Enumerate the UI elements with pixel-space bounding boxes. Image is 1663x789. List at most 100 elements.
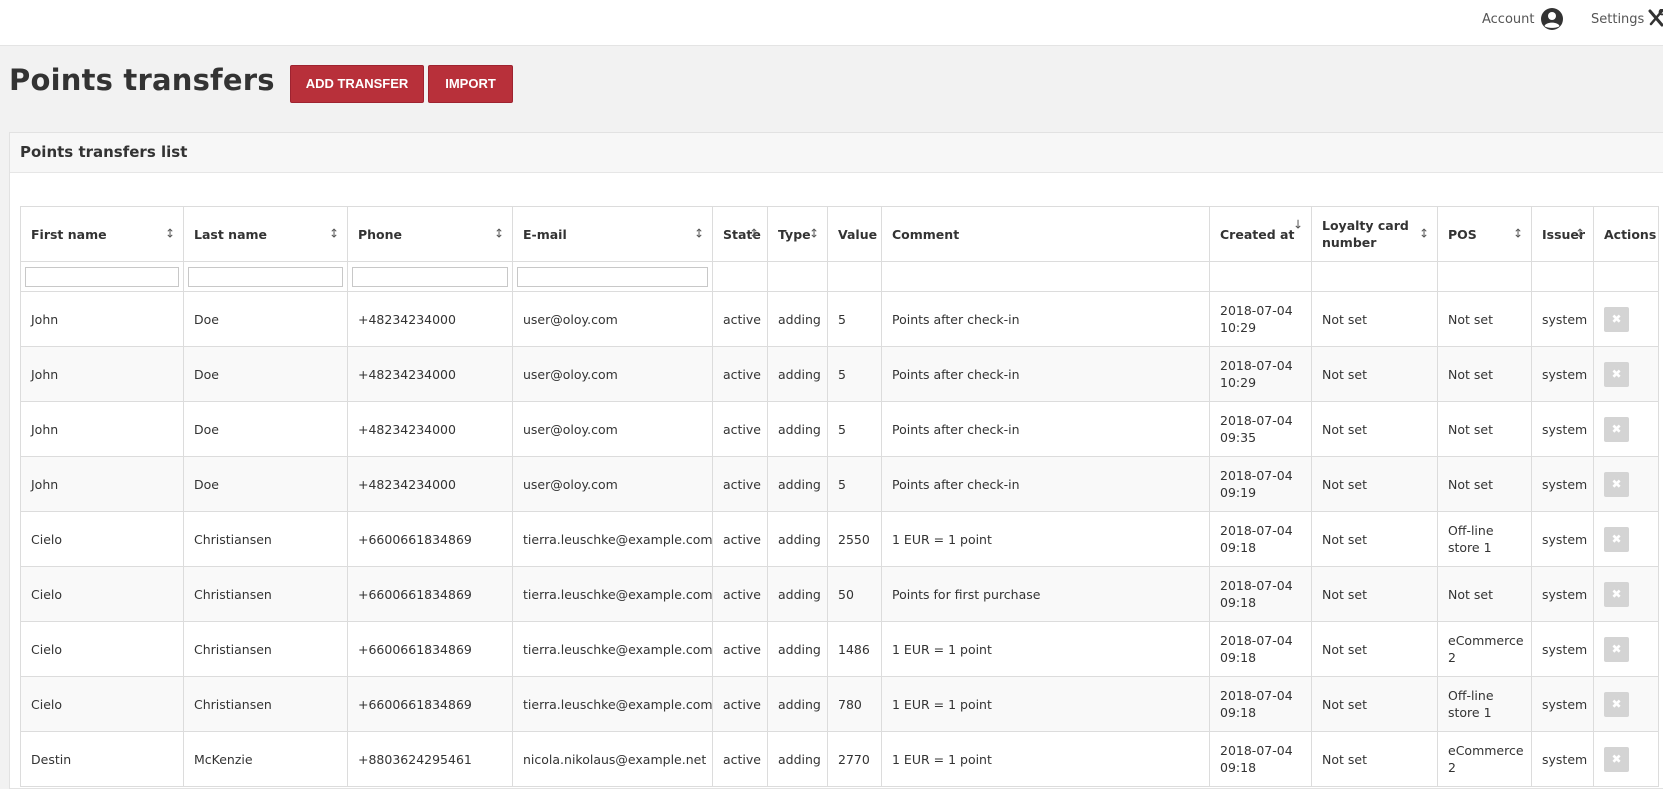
table-cell: +48234234000 [347,456,513,512]
sort-icon[interactable]: ↕ [694,226,704,243]
filter-input-phone[interactable] [352,266,508,287]
column-header-label: Phone [358,226,403,242]
column-header-issuer[interactable]: Issuer ↕ [1531,206,1594,262]
table-cell: John [20,291,184,347]
actions-cell: ✖ [1593,566,1659,622]
delete-icon[interactable]: ✖ [1604,361,1629,387]
filter-input-first-name[interactable] [25,266,179,287]
table-row: Destin McKenzie +8803624295461 nicola.nikol… [20,731,1659,787]
table-cell: adding [767,346,828,402]
column-header-first-name[interactable]: First name ↕ [20,206,184,262]
delete-icon[interactable]: ✖ [1604,306,1629,332]
sort-icon[interactable]: ↕ [165,226,175,243]
table-cell: active [712,346,768,402]
table-cell: 2018-07-04 09:18 [1209,511,1312,567]
sort-icon[interactable]: ↕ [1419,226,1429,243]
sort-icon[interactable]: ↕ [1575,226,1585,243]
delete-icon[interactable]: ✖ [1604,636,1629,662]
filter-row [20,261,1659,292]
column-header-created-at[interactable]: Created at ↓ [1209,206,1312,262]
actions-cell: ✖ [1593,401,1659,457]
column-header-last-name[interactable]: Last name ↕ [183,206,348,262]
table-cell: Not set [1437,456,1532,512]
table-cell: Christiansen [183,676,348,732]
delete-icon[interactable]: ✖ [1604,526,1629,552]
table-cell: McKenzie [183,731,348,787]
table-cell: 2550 [827,511,882,567]
column-header-pos[interactable]: POS ↕ [1437,206,1532,262]
table-cell: adding [767,566,828,622]
table-cell: system [1531,456,1594,512]
sort-icon[interactable]: ↕ [749,226,759,243]
sort-icon[interactable]: ↕ [494,226,504,243]
table-cell: system [1531,621,1594,677]
delete-icon[interactable]: ✖ [1604,416,1629,442]
table-cell: active [712,456,768,512]
filter-input-e-mail[interactable] [517,266,708,287]
table-cell: Not set [1311,401,1438,457]
table-cell: Off-line store 1 [1437,676,1532,732]
table-cell: active [712,676,768,732]
account-link[interactable]: Account [1482,12,1535,27]
import-button[interactable]: IMPORT [428,65,513,103]
table-cell: +6600661834869 [347,566,513,622]
table-row: Cielo Christiansen +6600661834869 tierra.le… [20,566,1659,622]
tools-icon[interactable] [1648,9,1663,29]
table-cell: adding [767,456,828,512]
table-cell: Not set [1311,511,1438,567]
sort-icon[interactable]: ↕ [1513,226,1523,243]
table-cell: user@oloy.com [512,401,713,457]
filter-cell [1593,261,1659,292]
table-cell: Not set [1311,346,1438,402]
table-cell: active [712,511,768,567]
table-cell: Not set [1311,566,1438,622]
delete-icon[interactable]: ✖ [1604,471,1629,497]
sort-icon[interactable]: ↕ [329,226,339,243]
table-cell: system [1531,676,1594,732]
column-header-type[interactable]: Type ↕ [767,206,828,262]
column-header-label: Actions [1604,226,1657,242]
user-circle-icon[interactable] [1540,7,1564,31]
actions-cell: ✖ [1593,731,1659,787]
column-header-phone[interactable]: Phone ↕ [347,206,513,262]
column-header-label: E-mail [523,226,567,242]
sort-desc-icon[interactable]: ↓ [1293,217,1303,234]
table-cell: 1486 [827,621,882,677]
sort-icon[interactable]: ↕ [809,226,819,243]
table-cell: system [1531,511,1594,567]
table-row: Cielo Christiansen +6600661834869 tierra.le… [20,511,1659,567]
table-cell: +48234234000 [347,346,513,402]
settings-link[interactable]: Settings [1591,12,1644,27]
filter-cell [20,261,184,292]
column-header-loyalty-card-number[interactable]: Loyalty card number ↕ [1311,206,1438,262]
table-cell: adding [767,621,828,677]
table-cell: eCommerce 2 [1437,621,1532,677]
table-cell: tierra.leuschke@example.com [512,676,713,732]
table-cell: Cielo [20,566,184,622]
column-header-e-mail[interactable]: E-mail ↕ [512,206,713,262]
table-cell: +48234234000 [347,401,513,457]
column-header-label: Value [838,226,878,242]
filter-input-last-name[interactable] [188,266,343,287]
filter-cell [512,261,713,292]
table-cell: user@oloy.com [512,346,713,402]
delete-icon[interactable]: ✖ [1604,746,1629,772]
table-cell: adding [767,511,828,567]
column-header-state[interactable]: State ↕ [712,206,768,262]
table-cell: 2018-07-04 09:18 [1209,621,1312,677]
filter-cell [1209,261,1312,292]
delete-icon[interactable]: ✖ [1604,691,1629,717]
table-cell: tierra.leuschke@example.com [512,621,713,677]
column-header-label: Created at [1220,226,1295,242]
table-cell: nicola.nikolaus@example.net [512,731,713,787]
delete-icon[interactable]: ✖ [1604,581,1629,607]
table-cell: Not set [1311,291,1438,347]
table-cell: system [1531,401,1594,457]
transfers-panel: Points transfers list First name ↕ Last na… [9,132,1663,789]
table-row: John Doe +48234234000 user@oloy.com active ad… [20,456,1659,512]
table-cell: Points after check-in [881,401,1210,457]
add-transfer-button[interactable]: ADD TRANSFER [290,65,424,103]
table-cell: Christiansen [183,621,348,677]
panel-header: Points transfers list [10,133,1663,173]
table-cell: tierra.leuschke@example.com [512,511,713,567]
